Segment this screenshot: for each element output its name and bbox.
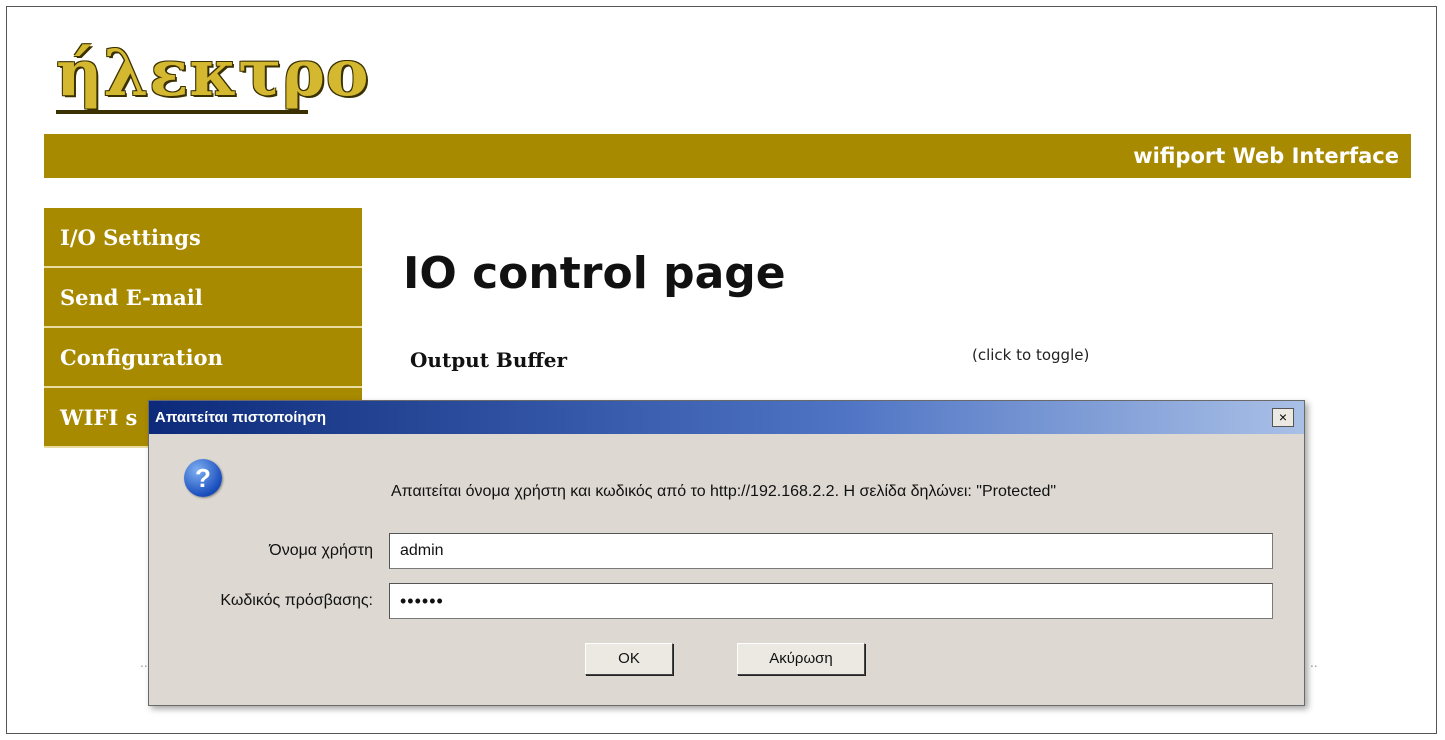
header-title: wifiport Web Interface [1133, 144, 1399, 168]
sidebar-item-label: Send E-mail [60, 284, 203, 310]
toggle-hint: (click to toggle) [972, 346, 1090, 364]
password-mask: •••••• [400, 591, 444, 611]
dots-left: .. [140, 656, 148, 670]
output-buffer-label: Output Buffer [410, 348, 568, 372]
sidebar-item-label: I/O Settings [60, 224, 201, 250]
sidebar-item-io-settings[interactable]: I/O Settings [44, 208, 362, 268]
cancel-button-label: Ακύρωση [769, 650, 833, 667]
close-button[interactable]: × [1272, 408, 1294, 427]
ok-button-label: OK [618, 650, 640, 667]
logo: ήλεκτρο [56, 36, 370, 111]
cancel-button[interactable]: Ακύρωση [737, 643, 865, 675]
sidebar-item-send-email[interactable]: Send E-mail [44, 268, 362, 328]
auth-dialog: Απαιτείται πιστοποίηση × ? Απαιτείται όν… [148, 400, 1305, 706]
dots-right: .. [1310, 656, 1318, 670]
sidebar-item-configuration[interactable]: Configuration [44, 328, 362, 388]
username-label: Όνομα χρήστη [269, 542, 373, 559]
question-icon: ? [184, 459, 222, 497]
dialog-message: Απαιτείται όνομα χρήστη και κωδικός από … [391, 483, 1057, 500]
sidebar-item-label: Configuration [60, 344, 223, 370]
page-title: IO control page [403, 248, 786, 299]
password-label: Κωδικός πρόσβασης: [220, 592, 373, 609]
dialog-title: Απαιτείται πιστοποίηση [155, 409, 327, 426]
username-input[interactable] [389, 533, 1273, 569]
sidebar-item-label: WIFI s [60, 404, 138, 430]
header-bar: wifiport Web Interface [44, 134, 1411, 178]
ok-button[interactable]: OK [585, 643, 673, 675]
password-input[interactable]: •••••• [389, 583, 1273, 619]
logo-underline [56, 110, 308, 114]
dialog-titlebar[interactable]: Απαιτείται πιστοποίηση × [149, 401, 1304, 434]
close-icon: × [1278, 409, 1288, 425]
